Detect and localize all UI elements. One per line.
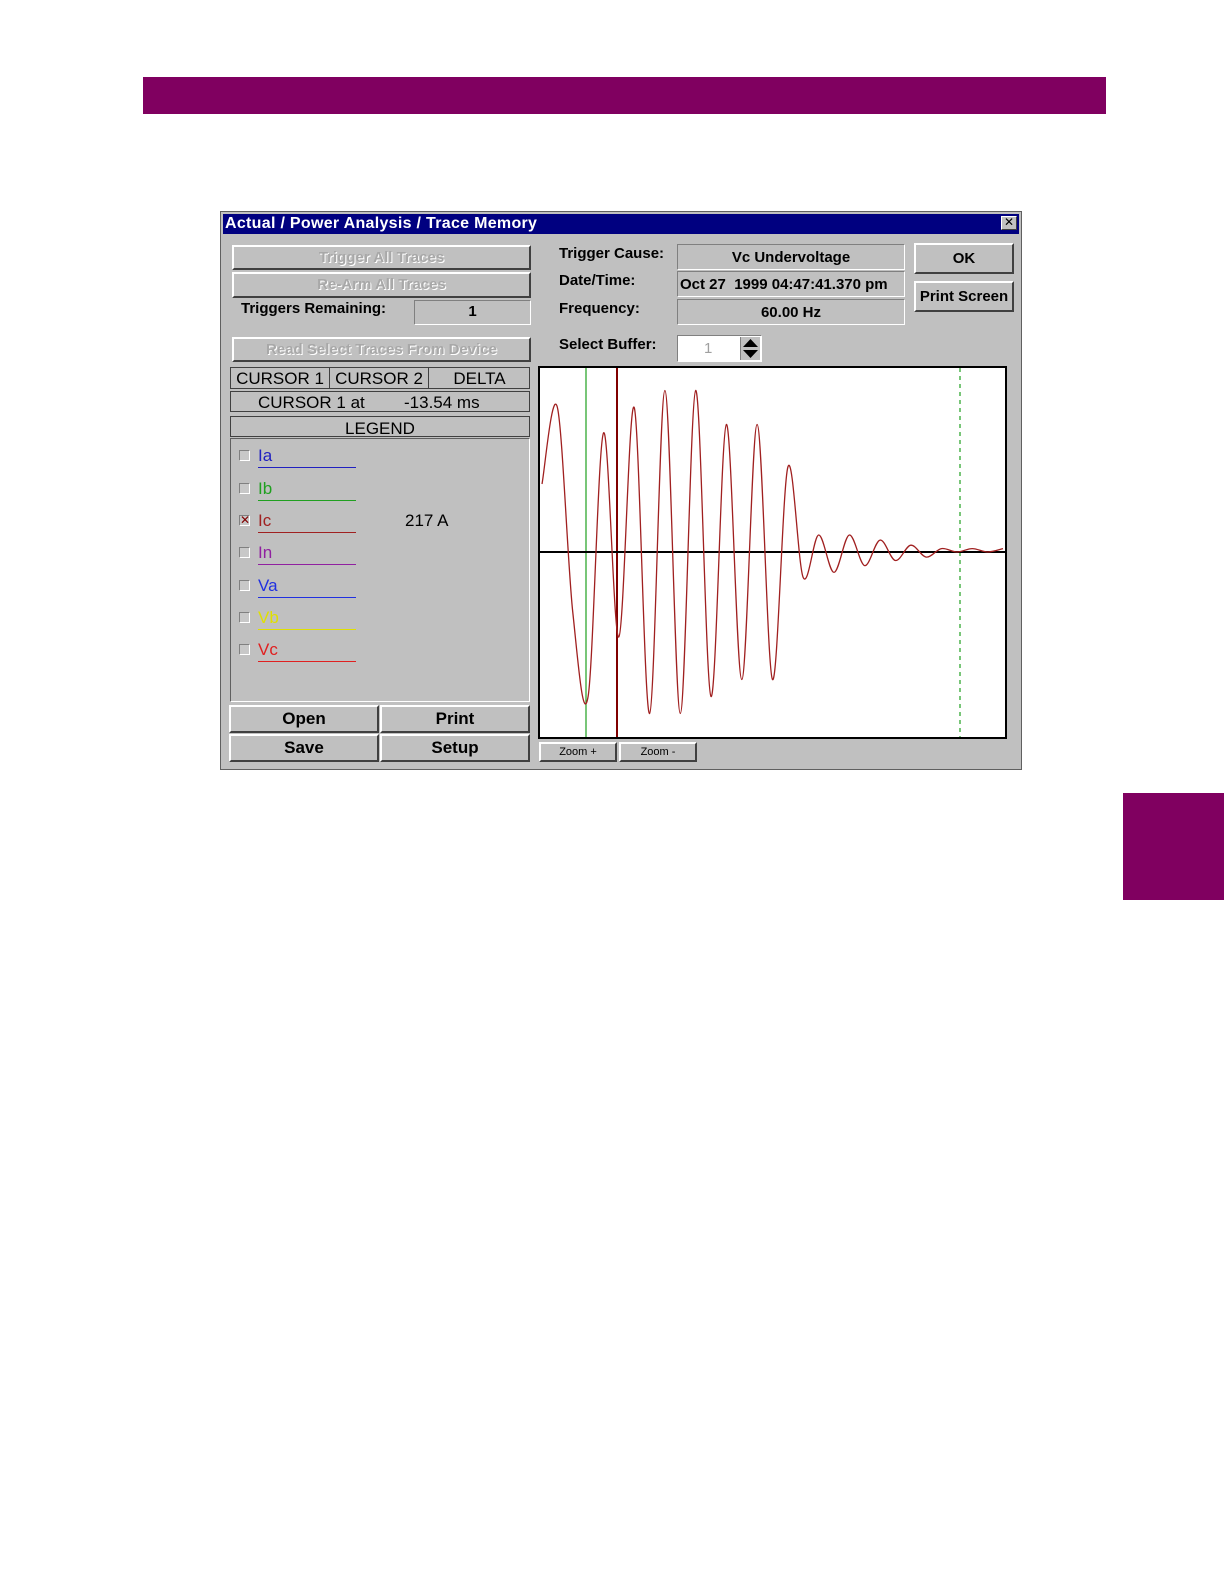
legend-item-vb: Vb [239,608,439,634]
spinner-arrows-icon[interactable] [740,337,760,360]
waveform-plot[interactable] [538,366,1007,739]
save-button[interactable]: Save [229,734,379,762]
legend-checkbox-ic[interactable]: ✕ [239,514,250,526]
cursor-readout-value: -13.54 ms [404,393,480,412]
cursor-readout-label: CURSOR 1 at [258,393,365,412]
trigger-cause-label: Trigger Cause: [559,245,665,262]
zoom-out-button[interactable]: Zoom - [619,742,697,762]
legend-title: LEGEND [230,416,530,438]
triggers-remaining-label: Triggers Remaining: [241,300,387,317]
zoom-in-button[interactable]: Zoom + [539,742,617,762]
select-buffer-spinner[interactable]: 1 [677,335,762,362]
print-screen-button[interactable]: Print Screen [914,281,1014,312]
frequency-value: 60.00 Hz [677,299,905,325]
legend-label-ia: Ia [258,446,273,465]
trace-memory-window: Actual / Power Analysis / Trace Memory ✕… [220,211,1022,770]
legend-checkbox-vc[interactable] [239,644,250,655]
select-buffer-label: Select Buffer: [559,336,657,353]
open-button[interactable]: Open [229,705,379,733]
legend-value-ic: 217 A [405,511,449,530]
legend-label-vb: Vb [258,608,279,627]
trigger-all-traces-button[interactable]: Trigger All Traces [232,245,531,270]
legend-checkbox-ib[interactable] [239,483,250,494]
legend-checkbox-vb[interactable] [239,612,250,623]
legend-item-va: Va [239,576,439,602]
setup-button[interactable]: Setup [380,734,530,762]
tab-delta[interactable]: DELTA [430,368,529,388]
legend-label-in: In [258,543,273,562]
legend-label-vc: Vc [258,640,278,659]
datetime-value: Oct 27 1999 04:47:41.370 pm [677,271,905,297]
legend-swatch-ia [258,467,356,468]
section-tab [1123,793,1224,900]
legend-swatch-ic [258,532,356,533]
legend-item-ia: Ia [239,446,439,472]
select-buffer-value: 1 [704,340,713,357]
datetime-label: Date/Time: [559,272,636,289]
legend-panel: Ia Ib ✕ Ic 217 A In Va Vb Vc [230,438,530,702]
frequency-label: Frequency: [559,300,640,317]
legend-item-ib: Ib [239,479,439,505]
tab-cursor-2[interactable]: CURSOR 2 [330,368,429,388]
legend-item-in: In [239,543,439,569]
legend-label-va: Va [258,576,278,595]
trigger-cause-value: Vc Undervoltage [677,244,905,270]
title-bar: Actual / Power Analysis / Trace Memory ✕ [223,214,1019,234]
header-bar [143,77,1106,114]
ok-button[interactable]: OK [914,243,1014,274]
legend-item-ic: ✕ Ic 217 A [239,511,529,537]
window-title: Actual / Power Analysis / Trace Memory [225,215,538,232]
cursor-readout: CURSOR 1 at -13.54 ms [230,391,530,412]
read-select-traces-button[interactable]: Read Select Traces From Device [232,337,531,362]
legend-item-vc: Vc [239,640,439,666]
tab-cursor-1[interactable]: CURSOR 1 [231,368,330,388]
legend-checkbox-ia[interactable] [239,450,250,461]
triggers-remaining-value: 1 [414,300,531,325]
waveform-svg [540,368,1005,737]
legend-label-ic: Ic [258,511,272,530]
legend-swatch-in [258,564,356,565]
legend-checkbox-in[interactable] [239,547,250,558]
legend-label-ib: Ib [258,479,273,498]
legend-swatch-ib [258,500,356,501]
close-icon[interactable]: ✕ [1001,216,1017,230]
legend-swatch-va [258,597,356,598]
legend-swatch-vc [258,661,356,662]
legend-swatch-vb [258,629,356,630]
cursor-tabs: CURSOR 1 CURSOR 2 DELTA [230,367,530,389]
rearm-all-traces-button[interactable]: Re-Arm All Traces [232,272,531,298]
legend-checkbox-va[interactable] [239,580,250,591]
print-button[interactable]: Print [380,705,530,733]
